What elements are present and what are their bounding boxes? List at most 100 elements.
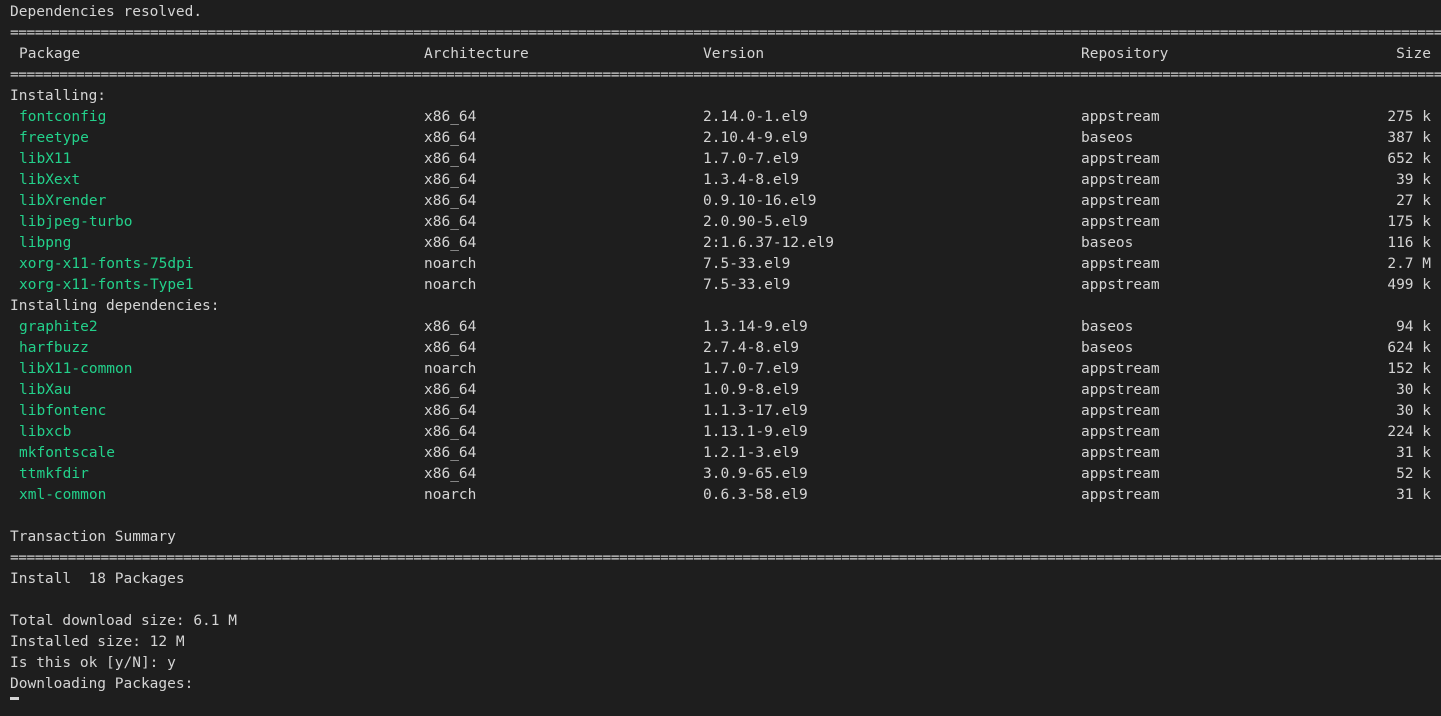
section-label-dependencies: Installing dependencies: [10,298,220,314]
table-row: graphite2 x86_64 1.3.14-9.el9 baseos 94 k [10,317,1441,338]
package-size: 39 k [1396,172,1431,188]
package-repo: appstream [1081,466,1160,482]
package-name: libfontenc [19,403,107,419]
package-repo: baseos [1081,319,1134,335]
package-arch: noarch [424,487,477,503]
package-version: 7.5-33.el9 [703,256,791,272]
package-arch: x86_64 [424,445,477,461]
package-arch: x86_64 [424,193,477,209]
package-name: libXrender [19,193,107,209]
downloading-line: Downloading Packages: [10,676,194,692]
package-size: 175 k [1387,214,1431,230]
package-version: 2.7.4-8.el9 [703,340,800,356]
package-repo: baseos [1081,235,1134,251]
install-summary: Install 18 Packages [10,571,185,587]
table-row: ttmkfdir x86_64 3.0.9-65.el9 appstream 52 k [10,464,1441,485]
table-row: fontconfig x86_64 2.14.0-1.el9 appstream 275… [10,107,1441,128]
package-version: 1.1.3-17.el9 [703,403,808,419]
package-size: 30 k [1396,403,1431,419]
package-repo: appstream [1081,214,1160,230]
table-row: xorg-x11-fonts-75dpi noarch 7.5-33.el9 apps… [10,254,1441,275]
cursor-line [10,695,1441,716]
package-version: 0.6.3-58.el9 [703,487,808,503]
confirm-prompt: Is this ok [y/N]: y [10,655,176,671]
package-size: 499 k [1387,277,1431,293]
summary-title: Transaction Summary [10,529,176,545]
package-arch: x86_64 [424,109,477,125]
package-repo: appstream [1081,361,1160,377]
package-arch: x86_64 [424,403,477,419]
package-size: 116 k [1387,235,1431,251]
package-arch: noarch [424,361,477,377]
package-version: 1.2.1-3.el9 [703,445,800,461]
package-name: graphite2 [19,319,98,335]
package-arch: x86_64 [424,424,477,440]
package-name: libjpeg-turbo [19,214,133,230]
separator-line: ========================================… [10,25,1441,41]
package-name: ttmkfdir [19,466,89,482]
package-name: xml-common [19,487,107,503]
package-version: 2.14.0-1.el9 [703,109,808,125]
package-name: xorg-x11-fonts-75dpi [19,256,194,272]
package-arch: x86_64 [424,130,477,146]
package-version: 1.0.9-8.el9 [703,382,800,398]
package-name: libX11-common [19,361,133,377]
terminal-output[interactable]: Dependencies resolved. =================… [10,2,1441,716]
package-version: 2.10.4-9.el9 [703,130,808,146]
terminal-cursor [10,697,19,700]
table-row: freetype x86_64 2.10.4-9.el9 baseos 387 k [10,128,1441,149]
column-header-version: Version [703,46,765,62]
table-row: mkfontscale x86_64 1.2.1-3.el9 appstream 31 … [10,443,1441,464]
installing-list: fontconfig x86_64 2.14.0-1.el9 appstream 275… [10,107,1441,296]
package-name: libxcb [19,424,72,440]
package-size: 652 k [1387,151,1431,167]
package-repo: baseos [1081,130,1134,146]
column-header-repository: Repository [1081,46,1169,62]
table-header: Package Architecture Version Repository … [10,44,1441,65]
dependencies-list: graphite2 x86_64 1.3.14-9.el9 baseos 94 k har… [10,317,1441,506]
table-row: xorg-x11-fonts-Type1 noarch 7.5-33.el9 apps… [10,275,1441,296]
package-size: 31 k [1396,487,1431,503]
table-row: libX11-common noarch 1.7.0-7.el9 appstream 1… [10,359,1441,380]
separator-line: ========================================… [10,67,1441,83]
package-repo: appstream [1081,193,1160,209]
table-row: libXext x86_64 1.3.4-8.el9 appstream 39 k [10,170,1441,191]
package-size: 31 k [1396,445,1431,461]
package-name: harfbuzz [19,340,89,356]
package-name: libXext [19,172,81,188]
package-name: freetype [19,130,89,146]
table-row: libpng x86_64 2:1.6.37-12.el9 baseos 116 k [10,233,1441,254]
status-line: Dependencies resolved. [10,4,203,20]
package-repo: appstream [1081,172,1160,188]
package-version: 1.7.0-7.el9 [703,361,800,377]
package-size: 27 k [1396,193,1431,209]
package-size: 52 k [1396,466,1431,482]
table-row: libfontenc x86_64 1.1.3-17.el9 appstream 30 … [10,401,1441,422]
package-size: 275 k [1387,109,1431,125]
section-label-installing: Installing: [10,88,107,104]
package-arch: x86_64 [424,319,477,335]
table-row: xml-common noarch 0.6.3-58.el9 appstream 31 … [10,485,1441,506]
package-repo: appstream [1081,256,1160,272]
package-repo: appstream [1081,403,1160,419]
package-arch: x86_64 [424,172,477,188]
package-size: 624 k [1387,340,1431,356]
package-repo: appstream [1081,487,1160,503]
package-size: 152 k [1387,361,1431,377]
package-version: 1.3.4-8.el9 [703,172,800,188]
table-row: libjpeg-turbo x86_64 2.0.90-5.el9 appstream… [10,212,1441,233]
package-name: libX11 [19,151,72,167]
table-row: libXau x86_64 1.0.9-8.el9 appstream 30 k [10,380,1441,401]
package-version: 1.3.14-9.el9 [703,319,808,335]
package-arch: x86_64 [424,466,477,482]
table-row: libX11 x86_64 1.7.0-7.el9 appstream 652 k [10,149,1441,170]
package-version: 2.0.90-5.el9 [703,214,808,230]
table-row: harfbuzz x86_64 2.7.4-8.el9 baseos 624 k [10,338,1441,359]
package-repo: baseos [1081,340,1134,356]
package-arch: noarch [424,277,477,293]
package-version: 2:1.6.37-12.el9 [703,235,834,251]
package-version: 1.7.0-7.el9 [703,151,800,167]
installed-size: Installed size: 12 M [10,634,185,650]
